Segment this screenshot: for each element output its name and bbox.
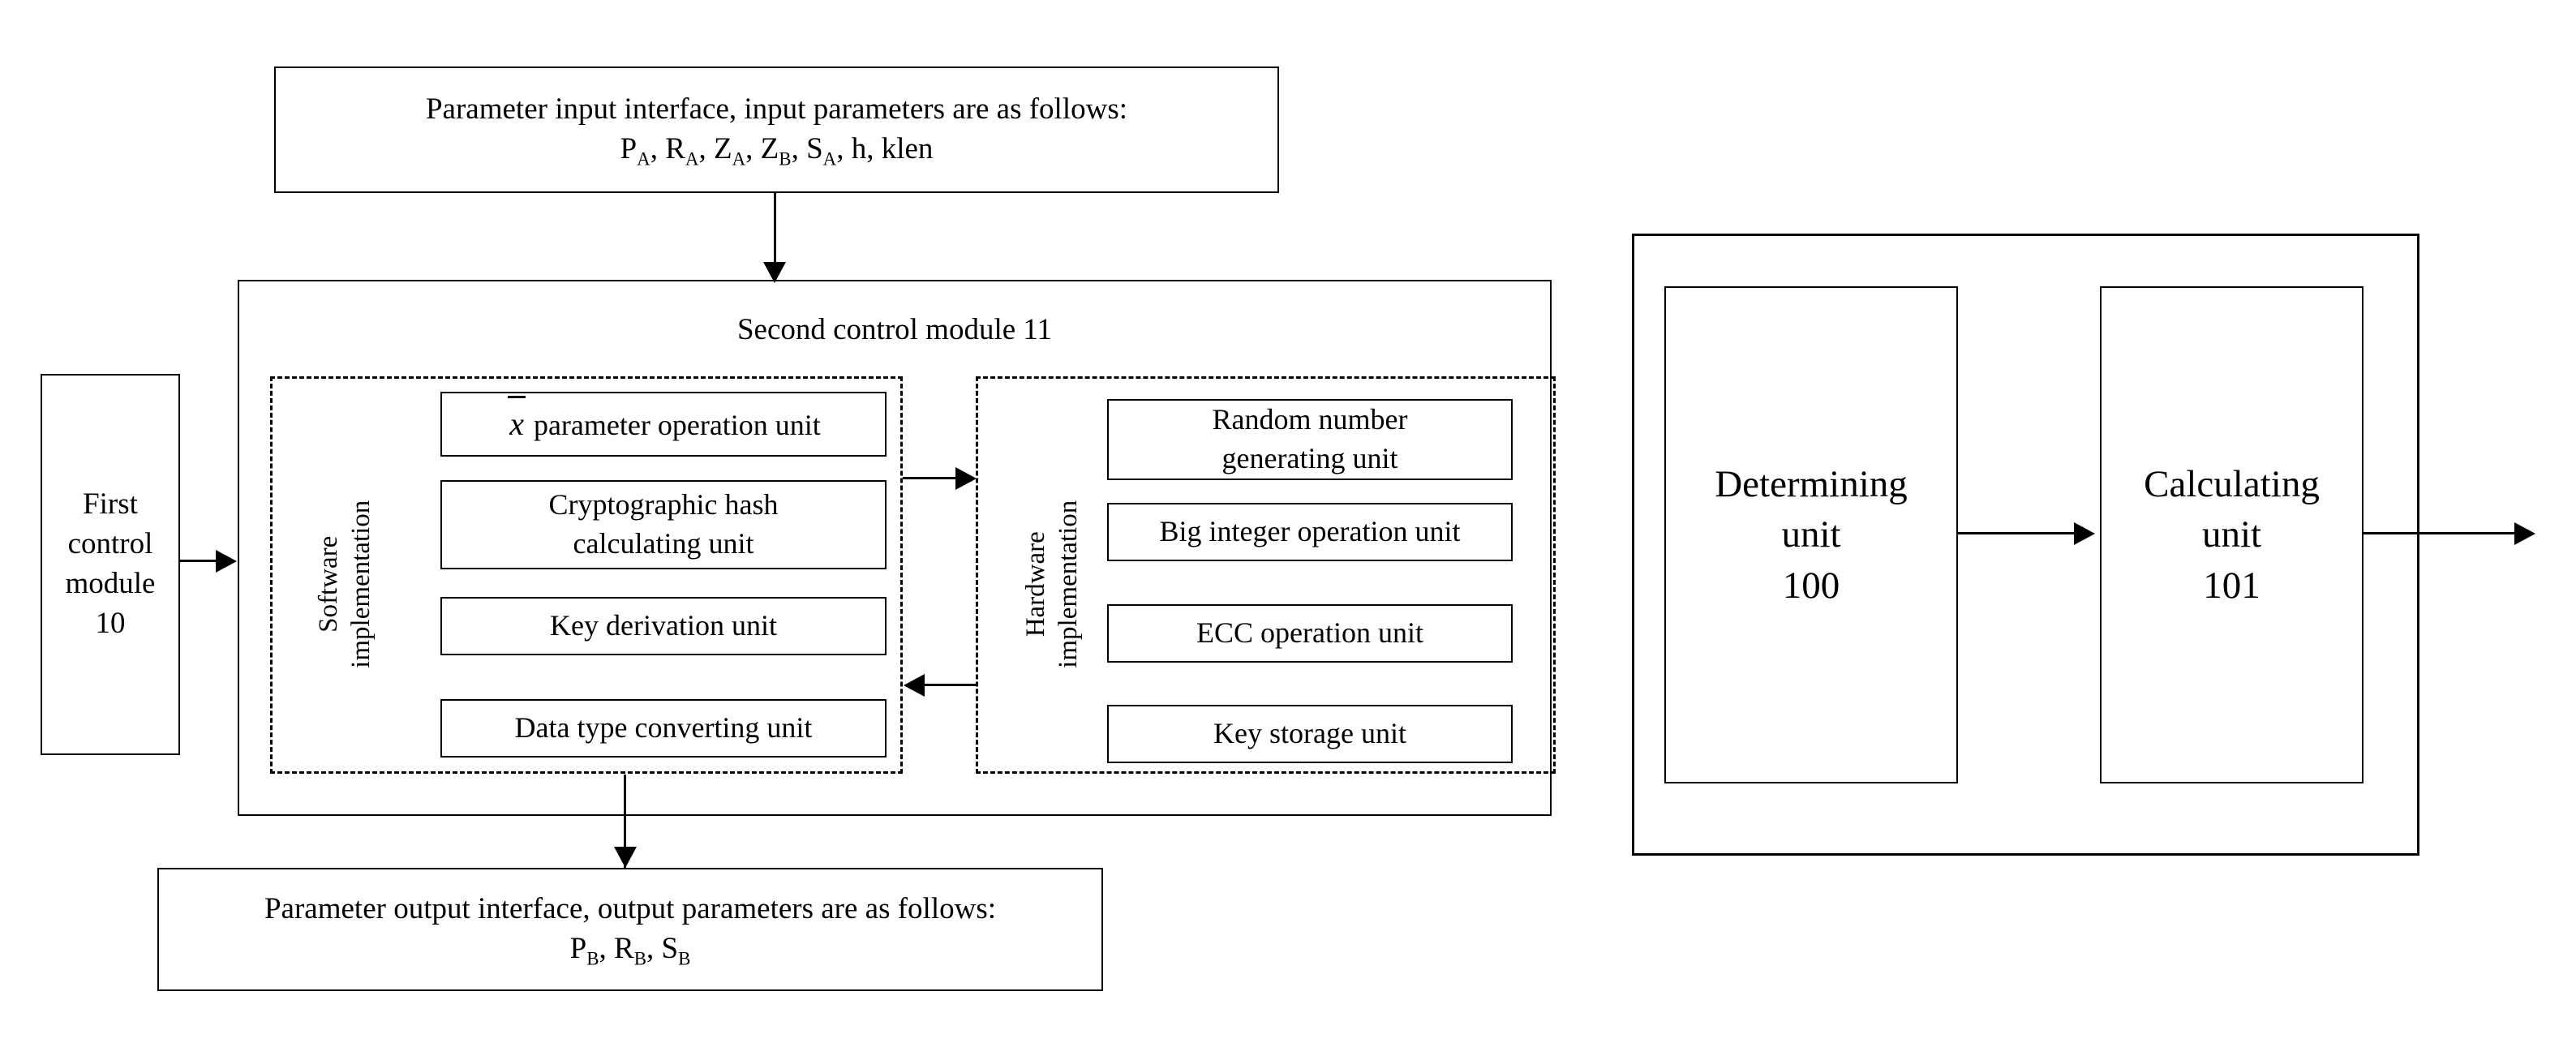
connector-determining-to-calculating xyxy=(1958,532,2080,534)
x-bar-symbol: x xyxy=(506,395,527,446)
determining-unit-box: Determining unit 100 xyxy=(1664,286,1958,783)
calculating-unit-line2: unit xyxy=(2201,513,2262,556)
software-unit-2-line2: calculating unit xyxy=(573,527,754,560)
calculating-unit-line3: 101 xyxy=(2203,564,2260,607)
hardware-unit-random-number-generating: Random number generating unit xyxy=(1107,399,1513,480)
software-unit-2-line1: Cryptographic hash xyxy=(548,488,779,522)
hardware-unit-4-label: Key storage unit xyxy=(1213,717,1406,750)
hardware-unit-1-line2: generating unit xyxy=(1221,442,1398,474)
hardware-implementation-label-line1: Hardware xyxy=(1020,531,1050,637)
second-control-module-title: Second control module 11 xyxy=(736,313,1053,346)
hardware-unit-1-line1: Random number xyxy=(1212,403,1408,436)
hardware-implementation-label-line2: implementation xyxy=(1054,500,1083,668)
first-control-module-box: First control module 10 xyxy=(41,374,180,755)
calculating-unit-line1: Calculating xyxy=(2144,463,2320,506)
first-control-module-line2: control xyxy=(67,527,153,561)
input-interface-params: PA, RA, ZA, ZB, SA, h, klen xyxy=(620,132,934,170)
parameter-input-interface-box: Parameter input interface, input paramet… xyxy=(274,67,1279,193)
software-unit-data-type-converting: Data type converting unit xyxy=(440,699,887,758)
software-implementation-label-line2: implementation xyxy=(346,500,376,668)
hardware-unit-2-label: Big integer operation unit xyxy=(1159,515,1461,548)
software-unit-cryptographic-hash-calculating: Cryptographic hash calculating unit xyxy=(440,480,887,569)
software-unit-4-label: Data type converting unit xyxy=(514,711,813,745)
connector-calculating-unit-output xyxy=(2363,532,2519,534)
arrow-down-into-output-interface xyxy=(614,847,637,868)
arrow-right-into-calculating-unit xyxy=(2074,522,2095,545)
figure-canvas: Parameter input interface, input paramet… xyxy=(0,0,2576,1043)
input-interface-line1: Parameter input interface, input paramet… xyxy=(425,92,1128,127)
arrow-right-into-second-control xyxy=(216,550,237,573)
hardware-unit-big-integer-operation: Big integer operation unit xyxy=(1107,503,1513,561)
connector-hardware-to-software xyxy=(925,684,977,686)
arrow-right-output xyxy=(2514,522,2535,545)
output-interface-params: PB, RB, SB xyxy=(569,932,691,969)
hardware-unit-3-label: ECC operation unit xyxy=(1196,616,1423,650)
connector-software-to-hardware xyxy=(903,477,960,479)
calculating-unit-box: Calculating unit 101 xyxy=(2100,286,2363,783)
first-control-module-line4: 10 xyxy=(95,606,126,640)
determining-unit-line1: Determining xyxy=(1715,463,1908,506)
software-implementation-label-line1: Software xyxy=(313,535,343,633)
hardware-implementation-label: Hardware implementation xyxy=(1020,483,1085,685)
software-unit-x-parameter-operation: x parameter operation unit xyxy=(440,392,887,457)
hardware-unit-key-storage: Key storage unit xyxy=(1107,705,1513,763)
software-implementation-label: Software implementation xyxy=(312,483,378,685)
first-control-module-line3: module xyxy=(65,567,156,600)
connector-first-to-second-control xyxy=(180,560,219,562)
output-interface-line1: Parameter output interface, output param… xyxy=(264,892,997,926)
software-unit-3-label: Key derivation unit xyxy=(550,609,777,642)
hardware-unit-ecc-operation: ECC operation unit xyxy=(1107,604,1513,663)
first-control-module-line1: First xyxy=(83,487,138,522)
software-unit-key-derivation: Key derivation unit xyxy=(440,597,887,655)
arrow-right-to-hardware xyxy=(955,467,977,490)
software-unit-1-label: parameter operation unit xyxy=(533,408,821,441)
arrow-left-to-software xyxy=(904,674,925,697)
determining-unit-line2: unit xyxy=(1781,513,1841,556)
parameter-output-interface-box: Parameter output interface, output param… xyxy=(157,868,1103,991)
determining-unit-line3: 100 xyxy=(1782,564,1840,607)
